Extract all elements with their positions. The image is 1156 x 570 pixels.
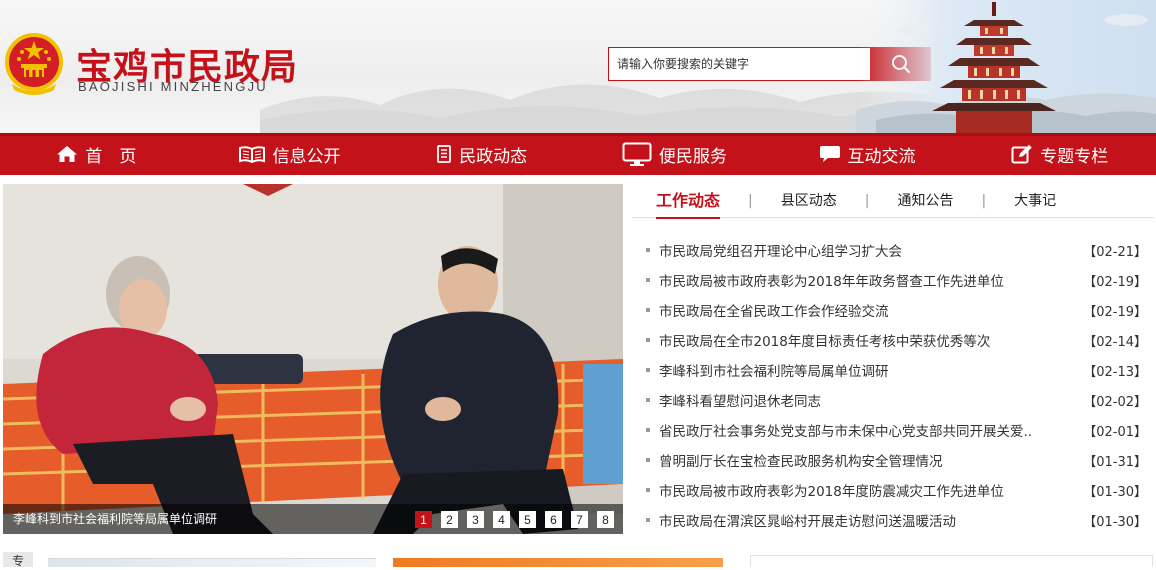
tab-county-news[interactable]: 县区动态 — [781, 184, 837, 218]
nav-item-label: 互动交流 — [847, 146, 916, 167]
banner-right[interactable] — [393, 558, 723, 567]
list-item[interactable]: 市民政局在渭滨区晁峪村开展走访慰问送温暖活动 【01-30】 — [632, 505, 1154, 535]
banner-left[interactable] — [48, 558, 376, 567]
news-date: 【01-30】 — [1083, 514, 1147, 530]
bullet-icon — [646, 398, 650, 402]
site-subtitle: BAOJISHI MINZHENGJU — [78, 79, 268, 94]
slider-page-button[interactable]: 2 — [441, 511, 458, 528]
nav-item-civil-news[interactable]: 民政动态 — [385, 133, 578, 175]
news-tabs: 工作动态 | 县区动态 | 通知公告 | 大事记 — [632, 184, 1154, 219]
bullet-icon — [646, 278, 650, 282]
bottom-label: 专 — [3, 552, 33, 568]
tab-work-news[interactable]: 工作动态 — [656, 184, 721, 219]
slider-page-button[interactable]: 3 — [467, 511, 484, 528]
news-date: 【02-13】 — [1083, 364, 1147, 380]
news-title[interactable]: 曾明副厅长在宝检查民政服务机构安全管理情况 — [659, 450, 1083, 470]
edit-icon — [1011, 144, 1032, 164]
news-title[interactable]: 省民政厅社会事务处党支部与市未保中心党支部共同开展关爱.. — [659, 420, 1083, 440]
nav-item-label: 专题专栏 — [1040, 146, 1109, 167]
slider-page-button[interactable]: 4 — [493, 511, 510, 528]
slider-page-button[interactable]: 6 — [545, 511, 562, 528]
news-title[interactable]: 市民政局在全市2018年度目标责任考核中荣获优秀等次 — [659, 330, 1083, 350]
news-date: 【02-01】 — [1083, 424, 1147, 440]
list-item[interactable]: 李峰科看望慰问退休老同志 【02-02】 — [632, 385, 1154, 415]
bullet-icon — [646, 308, 650, 312]
list-item[interactable]: 市民政局在全市2018年度目标责任考核中荣获优秀等次 【02-14】 — [632, 325, 1154, 355]
news-date: 【02-19】 — [1083, 274, 1147, 290]
national-emblem-icon — [5, 33, 63, 95]
news-title[interactable]: 市民政局被市政府表彰为2018年度防震减灾工作先进单位 — [659, 480, 1083, 500]
nav-item-label: 民政动态 — [459, 146, 528, 167]
nav-item-home[interactable]: 首 页 — [0, 133, 193, 175]
list-item[interactable]: 省民政厅社会事务处党支部与市未保中心党支部共同开展关爱.. 【02-01】 — [632, 415, 1154, 445]
bullet-icon — [646, 428, 650, 432]
nav-item-label: 信息公开 — [272, 146, 341, 167]
site-header: 宝鸡市民政局 BAOJISHI MINZHENGJU — [0, 0, 1156, 133]
nav-item-label: 首 页 — [85, 146, 137, 167]
news-title[interactable]: 李峰科到市社会福利院等局属单位调研 — [659, 360, 1083, 380]
news-date: 【02-02】 — [1083, 394, 1147, 410]
photo-slider[interactable]: 李峰科到市社会福利院等局属单位调研 1 2 3 4 5 6 7 8 — [3, 184, 623, 534]
news-panel: 工作动态 | 县区动态 | 通知公告 | 大事记 市民政局党组召开理论中心组学习… — [632, 184, 1154, 534]
tab-divider: | — [748, 192, 753, 209]
slider-photo — [3, 184, 623, 534]
tab-major-events[interactable]: 大事记 — [1014, 184, 1056, 218]
news-title[interactable]: 李峰科看望慰问退休老同志 — [659, 390, 1083, 410]
bullet-icon — [646, 488, 650, 492]
pagoda-illustration — [856, 0, 1156, 133]
nav-item-special-topics[interactable]: 专题专栏 — [963, 133, 1156, 175]
tab-notices[interactable]: 通知公告 — [897, 184, 953, 218]
search-input[interactable] — [608, 47, 870, 81]
slider-page-button[interactable]: 1 — [415, 511, 432, 528]
nav-item-interaction[interactable]: 互动交流 — [771, 133, 964, 175]
list-item[interactable]: 市民政局被市政府表彰为2018年度防震减灾工作先进单位 【01-30】 — [632, 475, 1154, 505]
news-date: 【02-21】 — [1083, 244, 1147, 260]
list-item[interactable]: 李峰科到市社会福利院等局属单位调研 【02-13】 — [632, 355, 1154, 385]
bullet-icon — [646, 368, 650, 372]
news-list: 市民政局党组召开理论中心组学习扩大会 【02-21】 市民政局被市政府表彰为201… — [632, 235, 1154, 535]
news-date: 【02-14】 — [1083, 334, 1147, 350]
list-item[interactable]: 曾明副厅长在宝检查民政服务机构安全管理情况 【01-31】 — [632, 445, 1154, 475]
list-item[interactable]: 市民政局党组召开理论中心组学习扩大会 【02-21】 — [632, 235, 1154, 265]
news-date: 【01-31】 — [1083, 454, 1147, 470]
document-icon — [437, 145, 452, 163]
slider-pagination: 1 2 3 4 5 6 7 8 — [415, 511, 614, 528]
monitor-icon — [622, 142, 652, 166]
nav-item-info-disclosure[interactable]: 信息公开 — [193, 133, 386, 175]
bottom-panel — [750, 555, 1153, 567]
slider-page-button[interactable]: 5 — [519, 511, 536, 528]
tab-divider: | — [981, 192, 987, 209]
news-title[interactable]: 市民政局在全省民政工作会作经验交流 — [659, 300, 1083, 320]
news-date: 【01-30】 — [1083, 484, 1147, 500]
nav-item-public-service[interactable]: 便民服务 — [578, 133, 771, 175]
slider-page-button[interactable]: 8 — [597, 511, 614, 528]
main-content: 李峰科到市社会福利院等局属单位调研 1 2 3 4 5 6 7 8 工作动态 |… — [0, 175, 1156, 567]
slider-page-button[interactable]: 7 — [571, 511, 588, 528]
chat-icon — [819, 146, 840, 162]
bullet-icon — [646, 518, 650, 522]
slider-caption[interactable]: 李峰科到市社会福利院等局属单位调研 — [13, 510, 217, 527]
bullet-icon — [646, 458, 650, 462]
book-icon — [238, 146, 265, 163]
list-item[interactable]: 市民政局被市政府表彰为2018年年政务督查工作先进单位 【02-19】 — [632, 265, 1154, 295]
news-title[interactable]: 市民政局被市政府表彰为2018年年政务督查工作先进单位 — [659, 270, 1083, 290]
nav-item-label: 便民服务 — [658, 146, 727, 167]
bullet-icon — [646, 338, 650, 342]
news-title[interactable]: 市民政局在渭滨区晁峪村开展走访慰问送温暖活动 — [659, 510, 1083, 530]
news-date: 【02-19】 — [1083, 304, 1147, 320]
list-item[interactable]: 市民政局在全省民政工作会作经验交流 【02-19】 — [632, 295, 1154, 325]
main-nav: 首 页 信息公开 民政动态 便民服务 互动交流 专题专栏 — [0, 133, 1156, 175]
tab-divider: | — [864, 192, 870, 209]
news-title[interactable]: 市民政局党组召开理论中心组学习扩大会 — [659, 240, 1083, 260]
bullet-icon — [646, 248, 650, 252]
bottom-section: 专 — [0, 544, 1156, 568]
home-icon — [57, 146, 78, 162]
